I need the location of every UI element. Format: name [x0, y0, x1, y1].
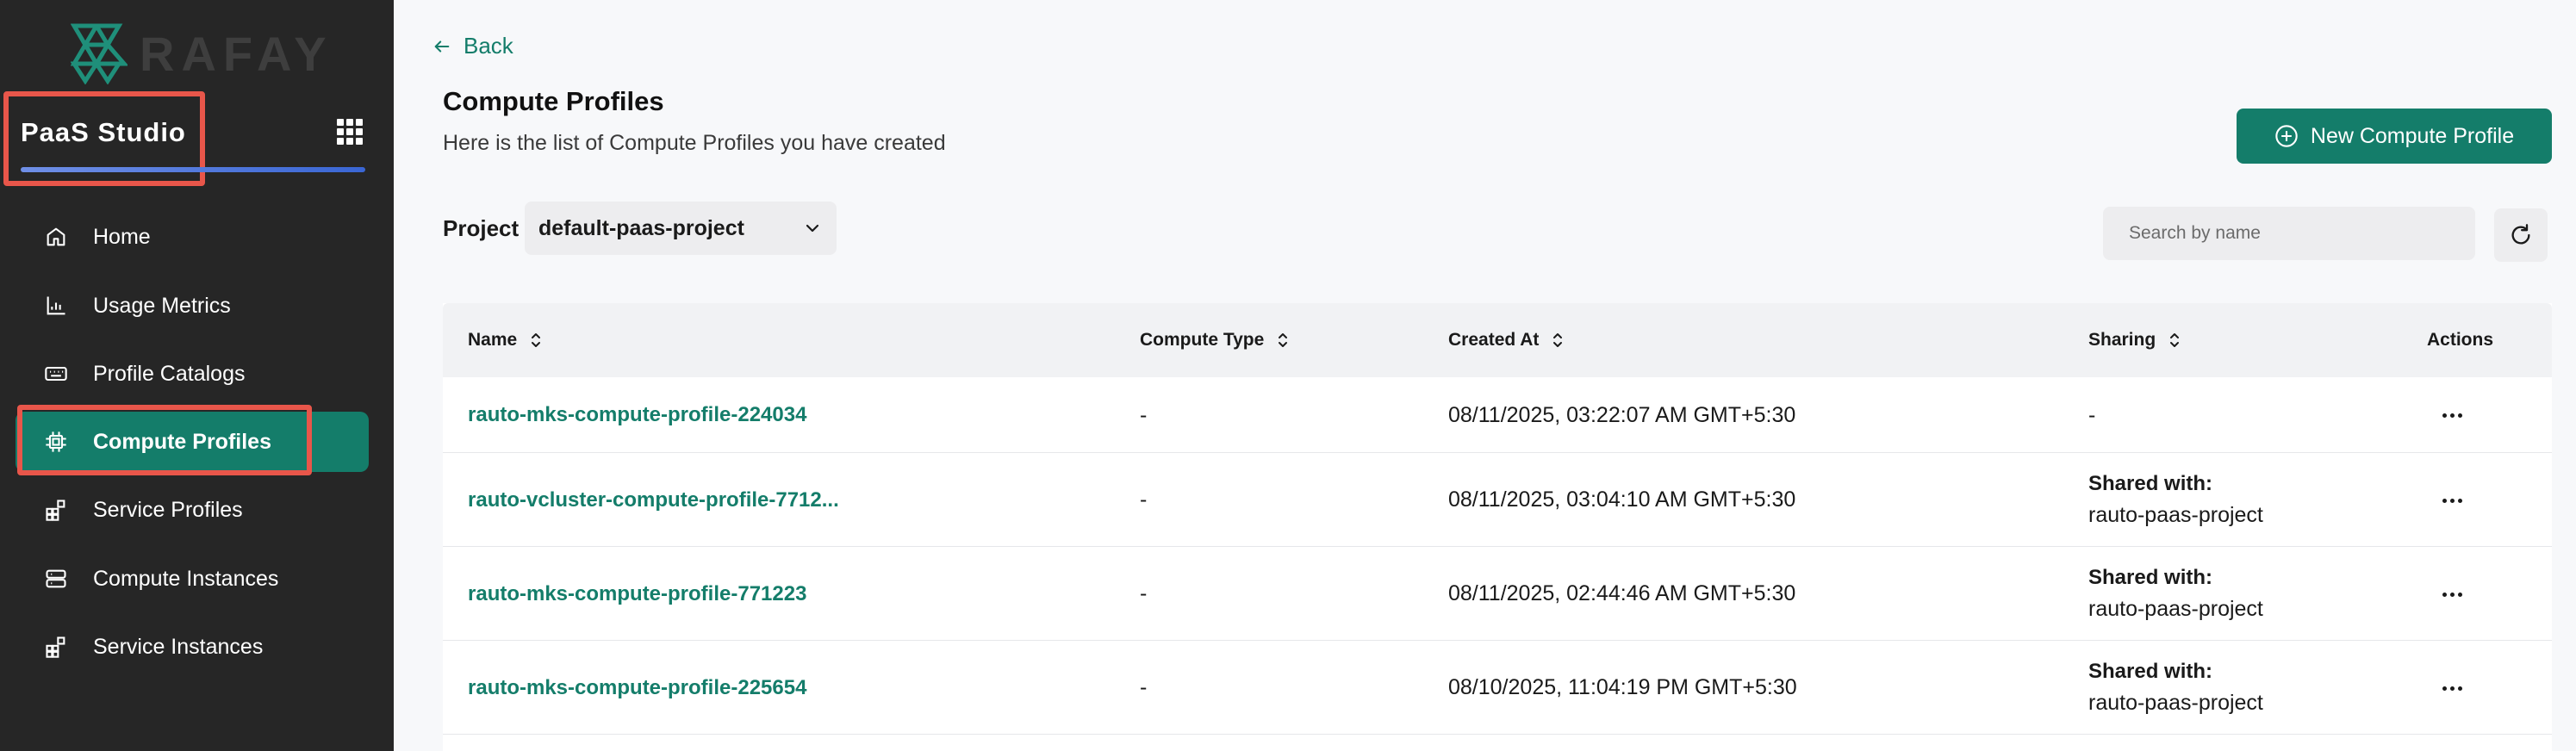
column-header-sharing[interactable]: Sharing	[2088, 303, 2181, 377]
table-row: rauto-mks-compute-profile-771223 - 08/11…	[443, 547, 2552, 641]
table-row: rauto-mks-compute-profile-225654 - 08/10…	[443, 641, 2552, 735]
sidebar-item-usage-metrics[interactable]: Usage Metrics	[16, 276, 369, 336]
row-actions-menu[interactable]	[2435, 581, 2469, 607]
brand-name: RAFAY	[140, 26, 333, 81]
compute-type-cell: -	[1140, 581, 1148, 605]
column-header-name[interactable]: Name	[468, 303, 543, 377]
sharing-cell: Shared with: rauto-paas-project	[2088, 641, 2263, 735]
created-at-cell: 08/11/2025, 03:22:07 AM GMT+5:30	[1448, 402, 1796, 427]
blocks-icon	[43, 497, 69, 523]
profile-name-link[interactable]: rauto-vcluster-compute-profile-7712...	[468, 488, 839, 512]
brand-logo[interactable]: RAFAY	[71, 22, 333, 84]
sidebar-item-profile-catalogs[interactable]: Profile Catalogs	[16, 344, 369, 404]
sidebar-item-label: Profile Catalogs	[93, 361, 246, 386]
compute-type-cell: -	[1140, 487, 1148, 512]
project-select-value: default-paas-project	[538, 215, 744, 240]
project-label: Project	[443, 215, 520, 241]
profile-name-link[interactable]: rauto-mks-compute-profile-225654	[468, 676, 806, 700]
project-select[interactable]: default-paas-project	[525, 202, 837, 255]
shared-with-label: Shared with:	[2088, 566, 2213, 589]
refresh-button[interactable]	[2494, 208, 2548, 262]
blocks-icon	[43, 634, 69, 660]
page-title: Compute Profiles	[443, 86, 664, 116]
back-label: Back	[464, 33, 513, 59]
row-actions-menu[interactable]	[2435, 487, 2469, 513]
sharing-cell: -	[2088, 402, 2096, 427]
sharing-cell: Shared with: rauto-paas-project	[2088, 547, 2263, 641]
plus-circle-icon	[2275, 125, 2298, 147]
sort-icon	[1279, 333, 1288, 347]
sort-icon	[2170, 333, 2180, 347]
created-at-cell: 08/11/2025, 03:04:10 AM GMT+5:30	[1448, 487, 1796, 512]
active-item-highlight	[17, 405, 312, 475]
sharing-cell: Shared with: rauto-paas-project	[2088, 453, 2263, 547]
server-icon	[43, 566, 69, 592]
home-icon	[43, 224, 69, 250]
shared-with-label: Shared with:	[2088, 660, 2213, 683]
new-compute-profile-label: New Compute Profile	[2310, 123, 2515, 148]
sidebar: RAFAY PaaS Studio Home Usage Metrics Pro…	[0, 0, 394, 751]
compute-type-cell: -	[1140, 675, 1148, 699]
profile-name-link[interactable]: rauto-mks-compute-profile-771223	[468, 582, 806, 606]
bar-chart-icon	[43, 293, 69, 319]
sort-icon	[532, 333, 541, 347]
created-at-cell: 08/10/2025, 11:04:19 PM GMT+5:30	[1448, 675, 1797, 699]
table-header: Name Compute Type Created At Sharing Act…	[443, 303, 2552, 377]
refresh-icon	[2511, 224, 2530, 245]
new-compute-profile-button[interactable]: New Compute Profile	[2237, 109, 2552, 164]
studio-title: PaaS Studio	[21, 117, 186, 147]
rafay-logo-icon	[71, 23, 128, 84]
sidebar-item-label: Service Instances	[93, 634, 264, 659]
shared-project: rauto-paas-project	[2088, 503, 2263, 527]
chevron-down-icon	[806, 224, 819, 233]
column-header-compute-type[interactable]: Compute Type	[1140, 303, 1290, 377]
sidebar-item-compute-instances[interactable]: Compute Instances	[16, 549, 369, 609]
sort-icon	[1553, 333, 1563, 347]
sidebar-item-label: Home	[93, 224, 151, 249]
sidebar-item-service-profiles[interactable]: Service Profiles	[16, 480, 369, 540]
search-input[interactable]	[2103, 207, 2475, 260]
sidebar-item-label: Service Profiles	[93, 497, 243, 522]
sidebar-item-service-instances[interactable]: Service Instances	[16, 617, 369, 677]
shared-project: rauto-paas-project	[2088, 597, 2263, 621]
sidebar-item-home[interactable]: Home	[16, 207, 369, 267]
column-header-created-at[interactable]: Created At	[1448, 303, 1565, 377]
shared-with-label: Shared with:	[2088, 472, 2213, 495]
compute-profiles-table: Name Compute Type Created At Sharing Act…	[443, 303, 2552, 751]
row-actions-menu[interactable]	[2435, 675, 2469, 701]
table-row: rauto-mks-compute-profile-224034 - 08/11…	[443, 377, 2552, 453]
profile-name-link[interactable]: rauto-mks-compute-profile-224034	[468, 403, 806, 427]
row-actions-menu[interactable]	[2435, 402, 2469, 428]
sidebar-item-label: Usage Metrics	[93, 293, 231, 318]
created-at-cell: 08/11/2025, 02:44:46 AM GMT+5:30	[1448, 581, 1796, 605]
compute-type-cell: -	[1140, 402, 1148, 427]
arrow-left-icon	[434, 40, 450, 53]
app-grid-icon[interactable]	[337, 119, 363, 145]
back-link[interactable]: Back	[432, 33, 513, 59]
column-header-actions: Actions	[2427, 330, 2494, 350]
studio-underline	[21, 167, 365, 172]
page-subtitle: Here is the list of Compute Profiles you…	[443, 131, 946, 155]
table-row: rauto-vcluster-compute-profile-7712... -…	[443, 453, 2552, 547]
shared-project: rauto-paas-project	[2088, 691, 2263, 715]
sidebar-item-label: Compute Instances	[93, 566, 279, 591]
keyboard-icon	[43, 361, 69, 387]
